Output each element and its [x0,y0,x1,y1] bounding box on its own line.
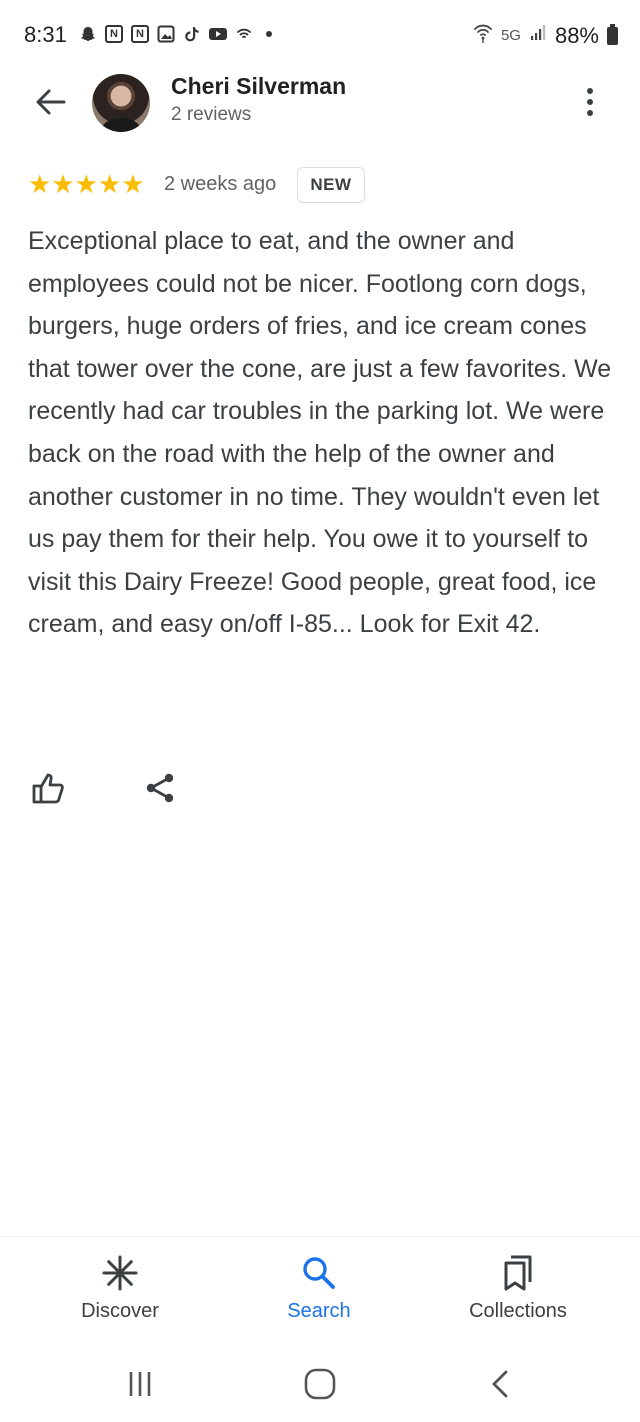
nav-search-label: Search [287,1300,351,1322]
battery-level: 88% [554,22,599,48]
collections-icon [418,1253,618,1293]
battery-icon [607,23,618,45]
cell-signal-icon [529,24,547,47]
status-bar: 8:31 N N 5G 88% [0,0,640,72]
avatar[interactable] [92,74,150,132]
star-rating: ★ ★ ★ ★ ★ [28,170,145,198]
system-navigation-bar [0,1346,640,1422]
reviewer-name[interactable]: Cheri Silverman [171,73,346,100]
system-back-button[interactable] [470,1362,530,1406]
star-icon: ★ [74,169,98,199]
star-icon: ★ [28,169,52,199]
share-icon [146,773,174,803]
nav-discover-label: Discover [81,1300,159,1322]
discover-icon [20,1253,220,1293]
home-button[interactable] [290,1362,350,1406]
review-text: Exceptional place to eat, and the owner … [28,227,612,639]
network-type: 5G [500,27,521,44]
wifi-signal-icon [473,22,493,49]
recent-apps-icon [129,1372,151,1396]
photo-icon [156,24,176,44]
like-button[interactable] [26,766,70,810]
nav-collections-label: Collections [469,1300,567,1322]
reviewer-review-count[interactable]: 2 reviews [171,104,251,126]
home-icon [304,1368,336,1400]
star-icon: ★ [97,169,122,199]
news-icon: N [130,24,150,44]
more-notifications-dot-icon [266,31,272,37]
more-options-button[interactable] [572,80,608,124]
search-icon [219,1253,419,1293]
tiktok-icon [182,24,202,44]
notification-icons: N N [78,24,272,44]
nav-collections[interactable]: Collections [418,1237,618,1347]
youtube-icon [208,24,228,44]
more-vert-icon [587,88,593,94]
nav-search[interactable]: Search [219,1237,419,1347]
share-button[interactable] [140,768,180,808]
chevron-left-icon [492,1370,508,1398]
new-badge: NEW [297,167,365,203]
review-time: 2 weeks ago [164,173,277,195]
snapchat-icon [78,24,98,44]
back-button[interactable] [28,82,72,122]
star-icon: ★ [121,169,145,199]
wifi-call-icon [234,24,254,44]
status-right: 5G 88% [473,22,618,49]
status-time: 8:31 [24,22,67,47]
star-icon: ★ [51,169,75,199]
recent-apps-button[interactable] [110,1362,170,1406]
arrow-left-icon [36,89,66,115]
news-icon: N [104,24,124,44]
thumb-up-icon [32,773,64,804]
bottom-navigation: Discover Search Collections [0,1236,640,1347]
nav-discover[interactable]: Discover [20,1237,220,1347]
